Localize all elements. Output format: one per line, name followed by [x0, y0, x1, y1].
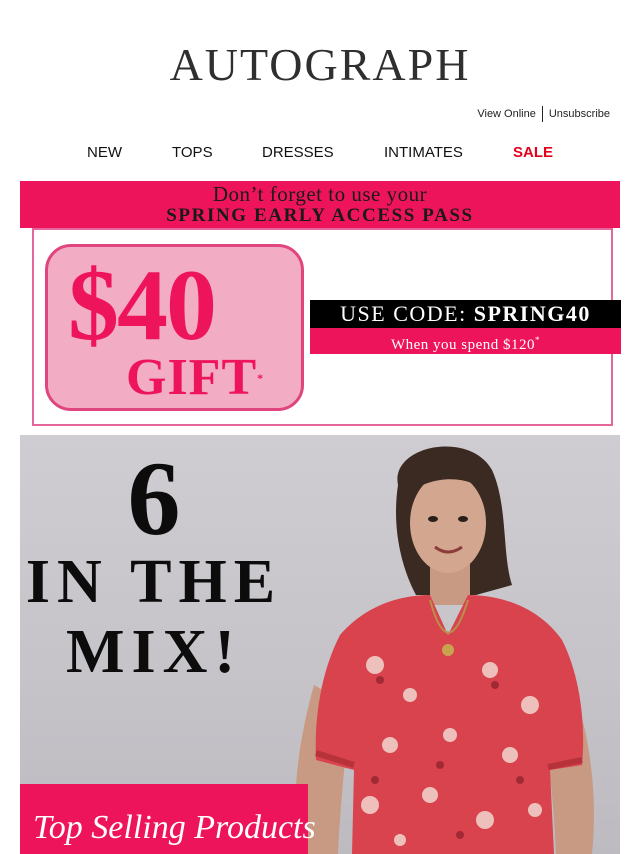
promo-code-line: USE CODE: SPRING40 [310, 300, 621, 328]
promo-reminder-text: Don’t forget to use your [212, 182, 428, 206]
hero-headline-line3: MIX! [65, 618, 243, 686]
gift-card-graphic: $40 GIFT* [45, 244, 304, 411]
promo-condition: When you spend $120 [390, 337, 536, 353]
nav-item-sale[interactable]: SALE [513, 144, 553, 161]
header-links: View Online Unsubscribe [477, 106, 610, 122]
gift-amount: $40 [68, 249, 217, 362]
promo-condition-line: When you spend $120* [310, 328, 621, 354]
nav-item-intimates[interactable]: INTIMATES [384, 144, 463, 161]
top-selling-label: Top Selling Products [33, 809, 316, 846]
nav-item-tops[interactable]: TOPS [172, 144, 213, 161]
main-nav: NEW TOPS DRESSES INTIMATES SALE [0, 144, 640, 162]
brand-logo[interactable]: AUTOGRAPH [0, 40, 640, 90]
hero-headline-line2: IN THE [25, 548, 283, 616]
promo-condition-mark: * [535, 335, 541, 345]
promo-code: SPRING40 [473, 301, 591, 326]
promo-pass-title: SPRING EARLY ACCESS PASS [166, 205, 474, 226]
nav-item-new[interactable]: NEW [87, 144, 122, 161]
gift-offer-panel[interactable]: $40 GIFT* USE CODE: SPRING40 When you sp… [32, 228, 621, 426]
hero-number: 6 [127, 440, 181, 557]
hero-banner[interactable]: 6 IN THE MIX! Top Selling Products [20, 435, 620, 854]
model-photo [295, 446, 594, 854]
nav-item-dresses[interactable]: DRESSES [262, 144, 334, 161]
link-divider [541, 106, 543, 122]
gift-label: GIFT* [126, 349, 265, 406]
unsubscribe-link[interactable]: Unsubscribe [549, 108, 610, 120]
promo-code-band: USE CODE: SPRING40 When you spend $120* [310, 300, 621, 356]
view-online-link[interactable]: View Online [477, 108, 536, 120]
promo-code-prefix: USE CODE: [340, 301, 467, 326]
top-selling-banner[interactable]: Top Selling Products [20, 784, 316, 854]
promo-strip[interactable]: Don’t forget to use your SPRING EARLY AC… [20, 181, 620, 228]
